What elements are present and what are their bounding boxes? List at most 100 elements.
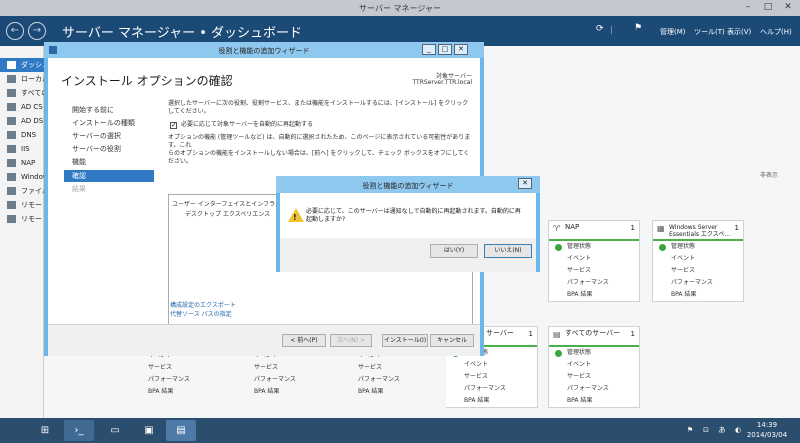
tile-row[interactable]: サービス	[446, 371, 537, 383]
step-installation-type[interactable]: インストールの種類	[68, 117, 158, 129]
sidebar-item-adcs[interactable]: AD CS	[0, 100, 44, 114]
sidebar-item-local-server[interactable]: ローカル サーバー	[0, 72, 44, 86]
sidebar-item-iis[interactable]: IIS	[0, 142, 44, 156]
close-button[interactable]: ✕	[454, 44, 468, 55]
sidebar-item-remote-desktop[interactable]: リモート デスクトップ	[0, 212, 44, 226]
tile-row[interactable]: BPA 結果	[446, 395, 537, 407]
tile-partial-1[interactable]: イベント サービス パフォーマンス BPA 結果	[130, 350, 222, 398]
server-manager-taskbar-icon[interactable]: ▣	[134, 420, 164, 441]
network-icon[interactable]: ⊡	[700, 420, 712, 441]
essentials-icon: ▦	[657, 224, 665, 233]
remote-access-icon	[7, 201, 16, 209]
flag-icon[interactable]: ⚑	[634, 23, 642, 33]
tile-row[interactable]: 管理状態	[653, 241, 743, 253]
tile-all-servers[interactable]: ▤ すべてのサーバー 1 管理状態 イベント サービス パフォーマンス BPA 結果	[548, 326, 640, 408]
cancel-button[interactable]: キャンセル	[430, 334, 474, 347]
step-features[interactable]: 機能	[68, 156, 158, 168]
menu-tools[interactable]: ツール(T)	[694, 27, 725, 37]
file-explorer-icon[interactable]: ▭	[100, 420, 130, 441]
tile-row[interactable]: パフォーマンス	[446, 383, 537, 395]
sidebar-item-essentials[interactable]: Windows Server Essentials	[0, 170, 44, 184]
tile-row[interactable]: 管理状態	[549, 241, 639, 253]
wizard-taskbar-icon[interactable]: ▤	[166, 420, 196, 441]
sidebar-item-adds[interactable]: AD DS	[0, 114, 44, 128]
ime-icon[interactable]: あ	[716, 420, 728, 441]
step-before-you-begin[interactable]: 開始する前に	[68, 104, 158, 116]
step-server-roles[interactable]: サーバーの役割	[68, 143, 158, 155]
sidebar: ダッシュボード ローカル サーバー すべてのサーバー AD CS AD DS D…	[0, 46, 44, 418]
menu-view[interactable]: 表示(V)	[727, 27, 751, 37]
start-button[interactable]: ⊞	[34, 420, 56, 441]
tile-header: ▤ すべてのサーバー 1	[549, 327, 639, 347]
tile-row[interactable]: パフォーマンス	[549, 277, 639, 289]
sidebar-item-nap[interactable]: NAP	[0, 156, 44, 170]
hide-link[interactable]: 非表示	[760, 170, 778, 179]
tile-row[interactable]: サービス	[549, 371, 639, 383]
tile-row[interactable]: BPA 結果	[236, 386, 328, 398]
tile-row[interactable]: イベント	[446, 359, 537, 371]
sidebar-item-file-services[interactable]: ファイル サービス	[0, 184, 44, 198]
tile-row[interactable]: BPA 結果	[549, 289, 639, 301]
powershell-icon[interactable]: ›_	[64, 420, 94, 441]
clock-time[interactable]: 14:39	[742, 421, 792, 429]
sidebar-item-dns[interactable]: DNS	[0, 128, 44, 142]
close-button[interactable]: ✕	[778, 1, 798, 13]
step-confirmation[interactable]: 確認	[64, 170, 154, 182]
restart-option[interactable]: 必要に応じて対象サーバーを自動的に再起動する	[168, 120, 474, 134]
dialog-message-line1: 必要に応じて、このサーバーは通知なしで自動的に再起動されます。自動的に再	[306, 208, 521, 215]
tile-row[interactable]: BPA 結果	[340, 386, 432, 398]
no-button[interactable]: いいえ(N)	[484, 244, 532, 258]
minimize-button[interactable]: _	[422, 44, 436, 55]
sidebar-item-dashboard[interactable]: ダッシュボード	[0, 58, 44, 72]
tile-row[interactable]: パフォーマンス	[340, 374, 432, 386]
alternate-source-link[interactable]: 代替ソース パスの指定	[170, 309, 232, 318]
restart-checkbox[interactable]	[170, 121, 177, 129]
close-button[interactable]: ✕	[518, 178, 532, 189]
adds-icon	[7, 117, 16, 125]
tile-row[interactable]: BPA 結果	[653, 289, 743, 301]
remote-desktop-icon	[7, 215, 16, 223]
tile-header: ♈ NAP 1	[549, 221, 639, 241]
flag-tray-icon[interactable]: ⚑	[684, 420, 696, 441]
yes-button[interactable]: はい(Y)	[430, 244, 478, 258]
tile-row[interactable]: パフォーマンス	[549, 383, 639, 395]
tile-row[interactable]: パフォーマンス	[653, 277, 743, 289]
menu-help[interactable]: ヘルプ(H)	[760, 27, 792, 37]
refresh-icon[interactable]: ⟳	[596, 24, 604, 34]
tile-row[interactable]: イベント	[653, 253, 743, 265]
tile-row[interactable]: パフォーマンス	[130, 374, 222, 386]
step-server-selection[interactable]: サーバーの選択	[68, 130, 158, 142]
menu-manage[interactable]: 管理(M)	[660, 27, 686, 37]
tile-row[interactable]: BPA 結果	[549, 395, 639, 407]
maximize-button[interactable]: □	[758, 1, 778, 13]
file-services-icon	[7, 187, 16, 195]
maximize-button[interactable]: □	[438, 44, 452, 55]
tile-row[interactable]: 管理状態	[549, 347, 639, 359]
tile-partial-3[interactable]: イベント サービス パフォーマンス BPA 結果	[340, 350, 432, 398]
tile-row[interactable]: BPA 結果	[130, 386, 222, 398]
tile-row[interactable]: サービス	[549, 265, 639, 277]
export-settings-link[interactable]: 構成設定のエクスポート	[170, 300, 236, 309]
install-button[interactable]: インストール(I)	[382, 334, 428, 347]
tile-essentials[interactable]: ▦ Windows Server Essentials エクスペ... 1 管理状態…	[652, 220, 744, 302]
next-button[interactable]: 次へ(N) >	[330, 334, 372, 347]
forward-icon[interactable]: →	[28, 22, 46, 40]
dialog-footer: はい(Y) いいえ(N)	[280, 238, 536, 272]
tile-row[interactable]: サービス	[130, 362, 222, 374]
minimize-button[interactable]: –	[738, 1, 758, 13]
clock-date[interactable]: 2014/03/04	[742, 431, 792, 439]
tile-nap[interactable]: ♈ NAP 1 管理状態 イベント サービス パフォーマンス BPA 結果	[548, 220, 640, 302]
adcs-icon	[7, 103, 16, 111]
dns-icon	[7, 131, 16, 139]
tile-row[interactable]: サービス	[653, 265, 743, 277]
previous-button[interactable]: < 前へ(P)	[282, 334, 326, 347]
tile-partial-2[interactable]: イベント サービス パフォーマンス BPA 結果	[236, 350, 328, 398]
tile-row[interactable]: サービス	[236, 362, 328, 374]
back-icon[interactable]: ←	[6, 22, 24, 40]
sidebar-item-remote-access[interactable]: リモート アクセス	[0, 198, 44, 212]
sidebar-item-all-servers[interactable]: すべてのサーバー	[0, 86, 44, 100]
tile-row[interactable]: イベント	[549, 359, 639, 371]
tile-row[interactable]: サービス	[340, 362, 432, 374]
tile-row[interactable]: パフォーマンス	[236, 374, 328, 386]
tile-row[interactable]: イベント	[549, 253, 639, 265]
